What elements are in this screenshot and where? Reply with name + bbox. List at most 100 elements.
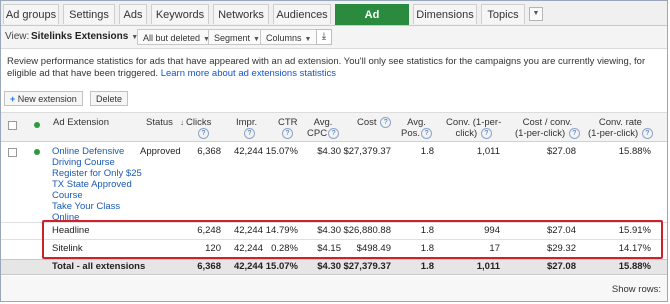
col-avg-pos[interactable]: Avg. Pos.? <box>401 117 433 140</box>
col-cost-label: Cost <box>357 117 377 129</box>
view-dropdown[interactable]: Sitelinks Extensions ▼ <box>31 29 138 45</box>
row-checkbox[interactable] <box>8 148 17 157</box>
help-icon[interactable]: ? <box>198 128 209 139</box>
col-avg-cpc[interactable]: Avg. CPC? <box>307 117 340 140</box>
status-value: Approved <box>140 146 181 157</box>
col-cost-conv[interactable]: Cost / conv. (1-per-click) ? <box>515 117 580 139</box>
col-avg-pos-label-1: Avg. <box>407 117 426 128</box>
help-icon[interactable]: ? <box>421 128 433 139</box>
impr-total: 42,244 <box>233 261 263 272</box>
more-tabs-chevron-icon[interactable]: ▼ <box>529 7 543 21</box>
show-rows-selector[interactable]: Show rows: <box>612 284 661 295</box>
ad-extensions-panel: Ad groups Settings Ads Keywords Networks… <box>0 0 668 302</box>
chevron-down-icon: ▼ <box>253 36 260 43</box>
total-label: Total - all extensions <box>52 261 146 272</box>
chevron-down-icon: ▼ <box>304 36 312 43</box>
col-conv-label-2: click) <box>455 128 478 140</box>
col-ctr[interactable]: CTR? <box>278 117 298 139</box>
col-conv-rate-label-1: Conv. rate <box>598 117 642 128</box>
col-avg-pos-label-2: Pos. <box>401 128 421 140</box>
tab-networks[interactable]: Networks <box>213 4 269 24</box>
table-footer: Show rows: <box>1 276 667 301</box>
tab-bar: Ad groups Settings Ads Keywords Networks… <box>1 1 667 41</box>
delete-button[interactable]: Delete <box>90 91 129 106</box>
tab-dimensions[interactable]: Dimensions <box>413 4 477 24</box>
avg-cpc-value: $4.30 <box>317 146 341 157</box>
ctr-value: 15.07% <box>265 146 298 157</box>
help-icon[interactable]: ? <box>641 128 653 139</box>
columns-dropdown-label: Columns <box>266 33 302 43</box>
col-cost[interactable]: Cost ? <box>357 117 392 129</box>
col-conv-rate[interactable]: Conv. rate (1-per-click) ? <box>588 117 653 139</box>
help-icon[interactable]: ? <box>480 128 492 139</box>
sort-down-icon: ↓ <box>180 118 184 127</box>
col-clicks[interactable]: ↓ Clicks? <box>180 117 211 139</box>
highlight-box <box>42 220 663 259</box>
total-row: Total - all extensions 6,368 42,244 15.0… <box>1 259 667 275</box>
tab-ad-groups[interactable]: Ad groups <box>3 4 59 24</box>
filter-dropdown-label: All but deleted <box>143 33 201 43</box>
col-ctr-label: CTR <box>278 117 298 128</box>
col-cost-conv-label-2: (1-per-click) <box>515 128 566 140</box>
view-label: View: <box>5 31 30 42</box>
col-avg-cpc-label-2: CPC <box>307 128 328 140</box>
avg-pos-value: 1.8 <box>420 146 434 157</box>
learn-more-link[interactable]: Learn more about ad extensions statistic… <box>161 68 336 79</box>
sitelink-extension-link[interactable]: Online Defensive Driving Course Register… <box>52 146 142 223</box>
col-impr-label: Impr. <box>236 117 258 128</box>
conv-rate-value: 15.88% <box>618 146 651 157</box>
avg-pos-total: 1.8 <box>420 261 434 272</box>
extension-line: Driving Course <box>52 157 115 168</box>
tab-settings[interactable]: Settings <box>63 4 115 24</box>
impr-value: 42,244 <box>233 146 263 157</box>
extension-line: TX State Approved <box>52 179 132 190</box>
status-dot-icon <box>34 149 40 155</box>
conv-value: 1,011 <box>476 146 500 157</box>
ctr-total: 15.07% <box>265 261 298 272</box>
segment-dropdown[interactable]: Segment ▼ <box>208 29 266 45</box>
new-extension-button[interactable]: + New extension <box>4 91 83 106</box>
description-text: Review performance statistics for ads th… <box>7 56 663 80</box>
help-icon[interactable]: ? <box>328 128 340 139</box>
help-icon[interactable]: ? <box>380 117 392 128</box>
cost-value: $27,379.37 <box>343 146 391 157</box>
action-bar: + New extension Delete <box>1 89 667 109</box>
filter-dropdown[interactable]: All but deleted ▼ <box>137 29 216 45</box>
cost-conv-value: $27.08 <box>546 146 576 157</box>
clicks-value: 6,368 <box>197 146 221 157</box>
plus-icon: + <box>10 94 16 104</box>
status-dot-icon <box>34 122 40 128</box>
tab-ads[interactable]: Ads <box>119 4 147 24</box>
col-clicks-label: Clicks <box>186 117 212 128</box>
col-conv-label-1: Conv. (1-per- <box>446 117 502 128</box>
columns-dropdown[interactable]: Columns ▼ <box>260 29 318 45</box>
cost-total: $27,379.37 <box>343 261 391 272</box>
download-icon[interactable]: ⤓ <box>316 29 332 45</box>
avg-cpc-total: $4.30 <box>317 261 341 272</box>
help-icon[interactable]: ? <box>282 128 293 139</box>
cost-conv-total: $27.08 <box>546 261 576 272</box>
view-toolbar: View: Sitelinks Extensions ▼ All but dele… <box>1 26 667 49</box>
tab-keywords[interactable]: Keywords <box>151 4 209 24</box>
extension-line: Course <box>52 190 83 201</box>
col-status[interactable]: Status <box>146 117 173 128</box>
clicks-total: 6,368 <box>197 261 221 272</box>
col-avg-cpc-label-1: Avg. <box>313 117 333 128</box>
extension-line: Online Defensive <box>52 146 125 157</box>
help-icon[interactable]: ? <box>244 128 255 139</box>
conv-rate-total: 15.88% <box>618 261 651 272</box>
new-extension-label: New extension <box>17 94 77 104</box>
help-icon[interactable]: ? <box>568 128 580 139</box>
tab-topics[interactable]: Topics <box>481 4 525 24</box>
col-ad-extension[interactable]: Ad Extension <box>53 117 109 128</box>
select-all-checkbox[interactable] <box>8 121 17 130</box>
col-impr[interactable]: Impr.? <box>236 117 257 139</box>
col-cost-conv-label-1: Cost / conv. <box>522 117 573 128</box>
tab-ad-extensions[interactable]: Ad extensions <box>335 4 409 41</box>
view-dropdown-value: Sitelinks Extensions <box>31 31 129 42</box>
col-conv[interactable]: Conv. (1-per-click) ? <box>446 117 501 139</box>
tab-audiences[interactable]: Audiences <box>273 4 331 24</box>
table-header: Ad Extension Status ↓ Clicks? Impr.? CTR?… <box>1 112 667 142</box>
col-conv-rate-label-2: (1-per-click) <box>588 128 639 140</box>
conv-total: 1,011 <box>476 261 500 272</box>
